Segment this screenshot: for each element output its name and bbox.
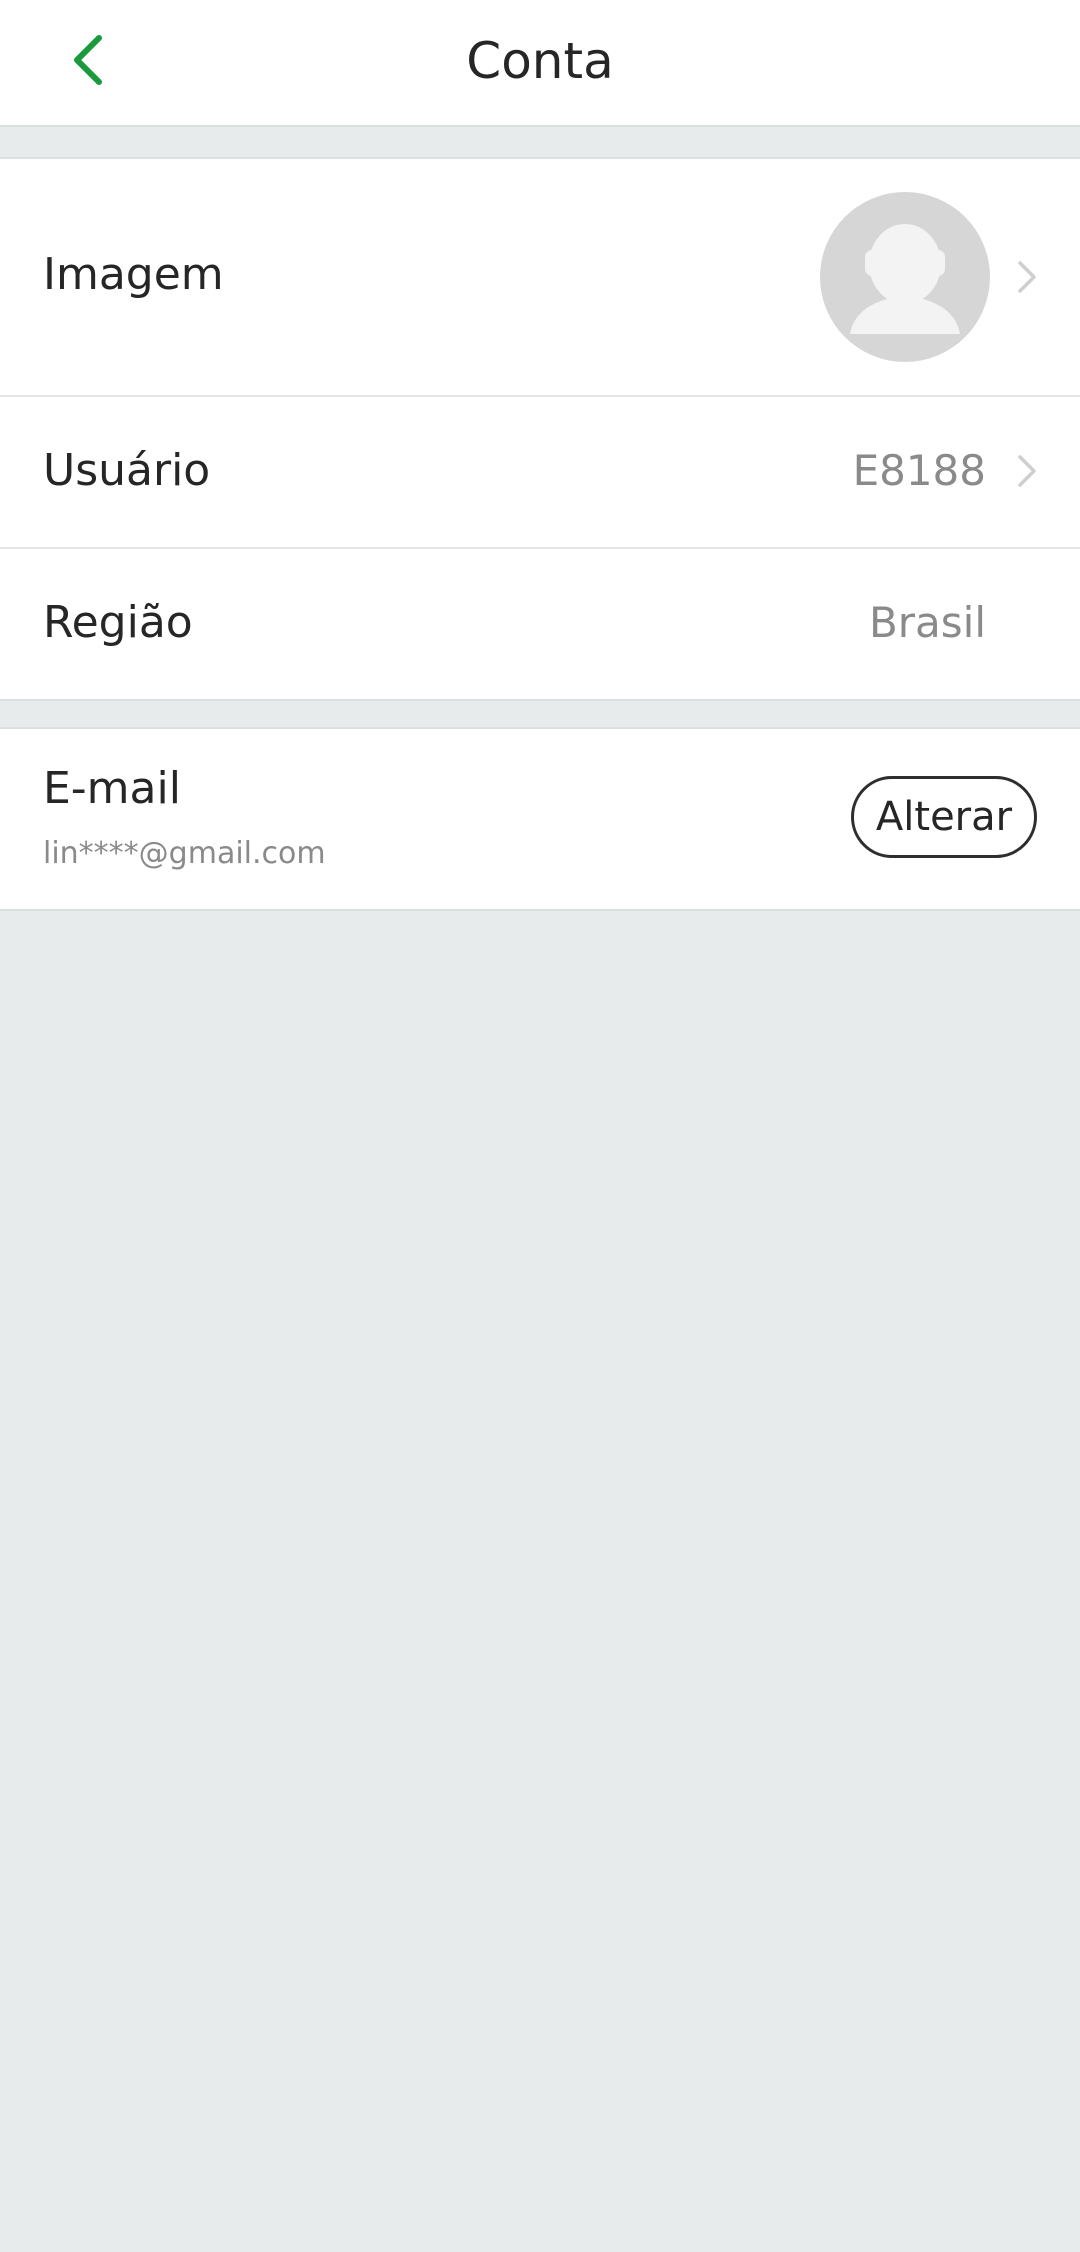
profile-section: Imagem Usuário E8188 Região Brasil bbox=[0, 157, 1080, 701]
user-label: Usuário bbox=[43, 445, 211, 496]
default-avatar-icon bbox=[850, 224, 960, 334]
email-label: E-mail bbox=[43, 763, 181, 814]
email-row: E-mail lin****@gmail.com Alterar bbox=[0, 729, 1080, 909]
top-bar: Conta bbox=[0, 0, 1080, 127]
user-value: E8188 bbox=[852, 446, 986, 495]
image-label: Imagem bbox=[43, 249, 224, 300]
chevron-right-icon bbox=[1018, 261, 1036, 293]
region-value: Brasil bbox=[868, 598, 986, 647]
region-label: Região bbox=[43, 597, 193, 648]
chevron-right-icon bbox=[1018, 455, 1036, 487]
email-section: E-mail lin****@gmail.com Alterar bbox=[0, 727, 1080, 911]
user-row[interactable]: Usuário E8188 bbox=[0, 395, 1080, 547]
change-email-button[interactable]: Alterar bbox=[851, 776, 1037, 858]
image-row[interactable]: Imagem bbox=[0, 159, 1080, 395]
email-value: lin****@gmail.com bbox=[43, 836, 326, 871]
region-row: Região Brasil bbox=[0, 547, 1080, 699]
avatar[interactable] bbox=[820, 192, 990, 362]
page-title: Conta bbox=[466, 32, 614, 90]
